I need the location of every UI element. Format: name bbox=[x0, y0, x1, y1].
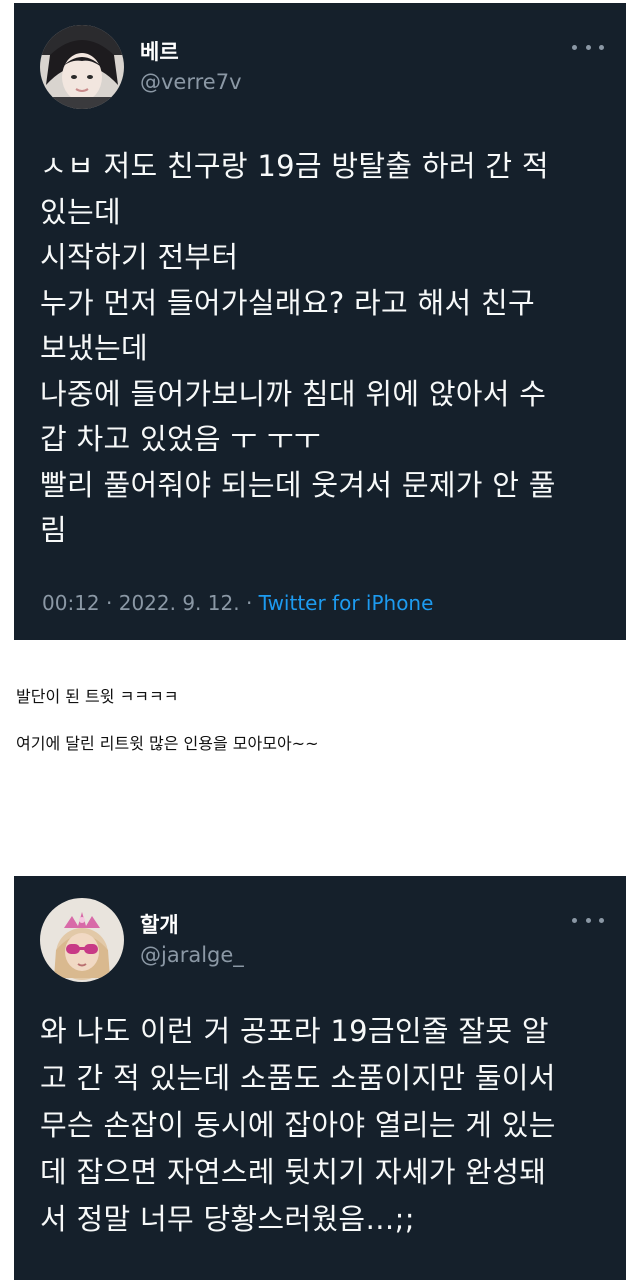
tweet-text-line: 무슨 손잡이 동시에 잡아야 열리는 게 있는 bbox=[40, 1108, 556, 1142]
tweet-text-line: 림 bbox=[40, 513, 67, 547]
caption-line-1: 발단이 된 트윗 ㅋㅋㅋㅋ bbox=[16, 687, 179, 706]
tweet-text-line: 빨리 풀어줘야 되는데 웃겨서 문제가 안 풀 bbox=[40, 467, 556, 502]
tweet-text-line: 나중에 들어가보니까 침대 위에 앉아서 수 bbox=[40, 376, 547, 411]
tweet-source[interactable]: Twitter for iPhone bbox=[259, 591, 434, 615]
meta-separator: · bbox=[106, 591, 119, 615]
tweet-text: ㅅㅂ 저도 친구랑 19금 방탈출 하러 간 적 있는데 시작하기 전부터 누가… bbox=[40, 144, 608, 554]
tweet-meta: 00:12 · 2022. 9. 12. · Twitter for iPhon… bbox=[42, 590, 433, 616]
tweet-card-2[interactable]: 할개 @jaralge_ 와 나도 이런 거 공포라 19금인줄 잘못 알 고 … bbox=[14, 876, 626, 1280]
display-name[interactable]: 할개 bbox=[140, 912, 179, 938]
more-options-icon[interactable] bbox=[572, 41, 604, 53]
screenshot-page: 베르 @verre7v ㅅㅂ 저도 친구랑 19금 방탈출 하러 간 적 있는데… bbox=[0, 0, 640, 1280]
tweet-text-line: 누가 먼저 들어가실래요? 라고 해서 친구 bbox=[40, 285, 535, 320]
user-avatar-photo-icon bbox=[40, 898, 124, 982]
tweet-text-line: 보냈는데 bbox=[40, 331, 148, 365]
avatar[interactable] bbox=[40, 898, 124, 982]
tweet-text-line: 고 간 적 있는데 소품도 소품이지만 둘이서 bbox=[40, 1061, 556, 1095]
caption-line-2: 여기에 달린 리트윗 많은 인용을 모아모아~~ bbox=[16, 734, 319, 753]
tweet-time[interactable]: 00:12 bbox=[42, 591, 100, 615]
tweet-text: 와 나도 이런 거 공포라 19금인줄 잘못 알 고 간 적 있는데 소품도 소… bbox=[40, 1008, 608, 1243]
tweet-text-line: 갑 차고 있었음 ㅜ ㅜㅜ bbox=[40, 422, 321, 456]
user-handle[interactable]: @verre7v bbox=[140, 69, 242, 95]
avatar[interactable] bbox=[40, 25, 124, 109]
tweet-text-line: 와 나도 이런 거 공포라 19금인줄 잘못 알 bbox=[40, 1014, 549, 1048]
more-options-icon[interactable] bbox=[572, 914, 604, 926]
user-avatar-photo-icon bbox=[40, 25, 124, 109]
tweet-card-1[interactable]: 베르 @verre7v ㅅㅂ 저도 친구랑 19금 방탈출 하러 간 적 있는데… bbox=[14, 3, 626, 640]
tweet-text-line: 있는데 bbox=[40, 194, 121, 229]
tweet-text-line: 서 정말 너무 당황스러웠음…;; bbox=[40, 1202, 415, 1236]
display-name[interactable]: 베르 bbox=[140, 39, 179, 65]
meta-separator: · bbox=[245, 591, 259, 615]
tweet-text-line: ㅅㅂ 저도 친구랑 19금 방탈출 하러 간 적 bbox=[40, 149, 549, 183]
tweet-date[interactable]: 2022. 9. 12. bbox=[119, 591, 240, 615]
tweet-text-line: 시작하기 전부터 bbox=[40, 240, 239, 274]
user-handle[interactable]: @jaralge_ bbox=[140, 942, 244, 968]
tweet-text-line: 데 잡으면 자연스레 뒷치기 자세가 완성돼 bbox=[40, 1155, 547, 1189]
